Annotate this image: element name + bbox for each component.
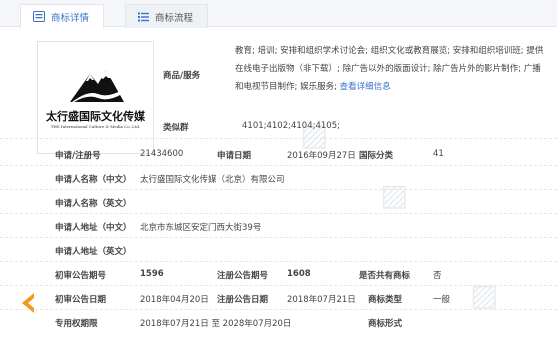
similar-group-label: 类似群 [163, 123, 189, 133]
shared-label: 是否共有商标 [359, 271, 411, 281]
term-label: 专用权期限 [55, 319, 98, 329]
applicant-en-label: 申请人名称（英文） [55, 199, 132, 209]
goods-services-value: 教育; 培训; 安排和组织学术讨论会; 组织文化或教育展览; 安排和组织培训班;… [235, 42, 547, 96]
divider [0, 213, 557, 214]
reg-pub-no-label: 注册公告期号 [217, 271, 269, 281]
address-en-label: 申请人地址（英文） [55, 247, 132, 257]
address-cn-value: 北京市东城区安定门西大街39号 [140, 223, 262, 233]
previous-arrow-icon[interactable] [20, 292, 36, 314]
divider [0, 138, 557, 139]
divider [0, 165, 557, 166]
apply-date-label: 申请日期 [217, 151, 252, 161]
reg-pub-no-value: 1608 [287, 269, 311, 279]
tab-trademark-process[interactable]: 商标流程 [125, 4, 209, 28]
shared-value: 否 [433, 271, 442, 281]
prelim-date-label: 初审公告日期 [55, 295, 107, 305]
mountain-logo-icon [70, 70, 124, 102]
tab-trademark-details[interactable]: 商标详情 [20, 4, 105, 28]
divider [0, 237, 557, 238]
form-label: 商标形式 [368, 319, 403, 329]
prelim-no-value: 1596 [140, 269, 164, 279]
tab-label: 商标详情 [51, 12, 90, 24]
apply-date-value: 2016年09月27日 [287, 151, 356, 161]
type-label: 商标类型 [368, 295, 403, 305]
term-value: 2018年07月21日 至 2028年07月20日 [140, 319, 292, 329]
list-icon [138, 12, 149, 21]
tab-label: 商标流程 [155, 12, 194, 24]
intl-class-value: 41 [433, 149, 444, 159]
applicant-cn-label: 申请人名称（中文） [55, 175, 132, 185]
view-details-link[interactable]: 查看详细信息 [340, 82, 391, 92]
divider [0, 285, 557, 286]
divider [0, 189, 557, 190]
reg-no-label: 申请/注册号 [55, 151, 101, 161]
applicant-cn-value: 太行盛国际文化传媒（北京）有限公司 [140, 175, 285, 185]
watermark: ▨ [470, 278, 499, 313]
divider [0, 261, 557, 262]
prelim-no-label: 初审公告期号 [55, 271, 107, 281]
intl-class-label: 国际分类 [359, 151, 394, 161]
similar-group-value: 4101;4102;4104;4105; [242, 121, 340, 131]
tab-bar: 商标详情 商标流程 [0, 0, 557, 28]
divider [0, 309, 557, 310]
info-card-icon [33, 11, 45, 22]
logo-english-text: THS International Culture & Media Co.,Lt… [50, 124, 141, 129]
trademark-detail-panel: ▨ ▨ ▨ 太行盛国际文化传媒 THS International Cultur… [0, 28, 557, 337]
watermark: ▨ [380, 178, 409, 213]
goods-services-label: 商品/服务 [163, 71, 201, 81]
reg-pub-date-label: 注册公告日期 [217, 295, 269, 305]
type-value: 一般 [433, 295, 451, 305]
logo-chinese-text: 太行盛国际文化传媒 [46, 110, 145, 123]
prelim-date-value: 2018年04月20日 [140, 295, 209, 305]
address-cn-label: 申请人地址（中文） [55, 223, 132, 233]
reg-pub-date-value: 2018年07月21日 [287, 295, 356, 305]
reg-no-value: 21434600 [140, 149, 184, 159]
